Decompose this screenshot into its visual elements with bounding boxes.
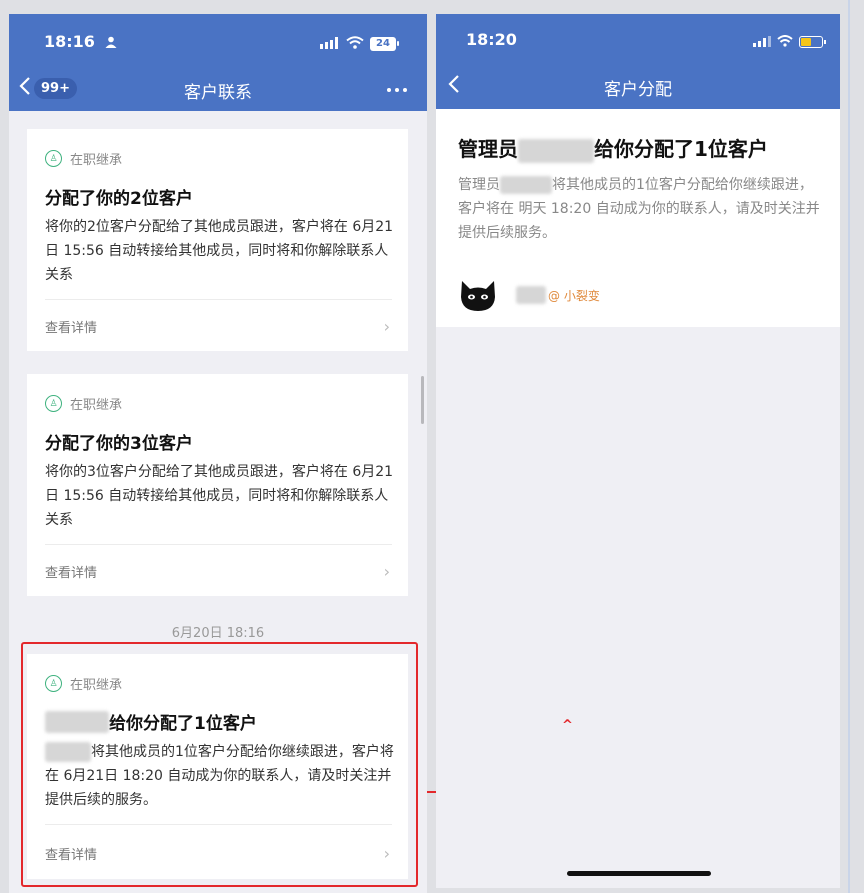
tag-icon: ♙ — [45, 150, 62, 167]
left-status-icons: 24 — [320, 34, 399, 53]
tag-icon: ♙ — [45, 395, 62, 412]
right-header: 18:20 客户分配 — [436, 14, 840, 109]
window-edge — [848, 0, 850, 893]
card-body: 将你的2位客户分配给了其他成员跟进，客户将在 6月21日 15:56 自动转接给… — [45, 219, 394, 283]
redacted-name — [518, 138, 594, 163]
more-button[interactable] — [387, 88, 407, 92]
page-title: 客户联系 — [184, 83, 252, 103]
left-status-time-text: 18:16 — [44, 32, 95, 51]
card-divider — [45, 544, 392, 545]
cat-avatar-icon — [458, 275, 498, 315]
right-status-time-text: 18:20 — [466, 30, 517, 49]
card-tag: ♙ 在职继承 — [45, 149, 122, 168]
message-card: ♙ 在职继承 分配了你的2位客户 将你的2位客户分配给了其他成员跟进，客户将在 … — [27, 129, 408, 351]
battery-icon — [799, 35, 826, 48]
wifi-icon — [777, 32, 793, 51]
heading-prefix: 管理员 — [458, 137, 518, 161]
redacted-name — [500, 176, 552, 194]
more-icon — [387, 88, 391, 92]
view-details-link[interactable]: 查看详情 › — [45, 562, 390, 581]
card-tag: ♙ 在职继承 — [45, 394, 122, 413]
body-prefix: 管理员 — [458, 177, 500, 193]
battery-icon: 24 — [370, 36, 399, 51]
left-status-bar-time: 18:16 — [44, 32, 117, 52]
highlight-box — [21, 642, 418, 887]
card-tag-label: 在职继承 — [70, 153, 123, 168]
assignment-info-panel: 管理员 给你分配了1位客户 管理员 将其他成员的1位客户分配给你继续跟进，客户将在 … — [436, 109, 840, 327]
right-phone-screen: 18:20 客户分配 管理员 给你分配了1位客户 管理员 将其他成员的1位客户分… — [436, 14, 840, 888]
chevron-right-icon: › — [383, 317, 390, 336]
wifi-icon — [346, 34, 364, 53]
card-title: 分配了你的2位客户 — [45, 189, 193, 209]
page-title: 客户分配 — [604, 80, 672, 100]
chevron-right-icon: › — [383, 562, 390, 581]
card-title: 分配了你的3位客户 — [45, 434, 193, 454]
battery-level: 24 — [370, 36, 396, 51]
card-tag-label: 在职继承 — [70, 398, 123, 413]
customer-company: @ 小裂变 — [548, 288, 600, 303]
left-header: 18:16 24 99+ 客户联系 — [9, 14, 427, 111]
view-details-label: 查看详情 — [45, 566, 98, 581]
assignment-heading: 管理员 给你分配了1位客户 — [458, 133, 768, 163]
right-status-icons — [753, 32, 826, 51]
assigned-customer[interactable]: @ 小裂变 — [458, 275, 600, 315]
signal-icon — [753, 32, 771, 51]
card-divider — [45, 299, 392, 300]
customer-name: @ 小裂变 — [516, 286, 600, 304]
view-details-link[interactable]: 查看详情 › — [45, 317, 390, 336]
person-icon — [105, 33, 117, 52]
home-indicator[interactable] — [567, 871, 711, 876]
heading-suffix: 给你分配了1位客户 — [594, 137, 768, 161]
signal-icon — [320, 34, 340, 53]
scrollbar[interactable] — [421, 376, 424, 424]
date-separator: 6月20日 18:16 — [171, 626, 265, 641]
caret-icon: ^ — [562, 718, 573, 733]
card-body: 将你的3位客户分配给了其他成员跟进，客户将在 6月21日 15:56 自动转接给… — [45, 464, 394, 528]
view-details-label: 查看详情 — [45, 321, 98, 336]
message-card: ♙ 在职继承 分配了你的3位客户 将你的3位客户分配给了其他成员跟进，客户将在 … — [27, 374, 408, 596]
redacted-name — [516, 286, 546, 304]
assignment-description: 管理员 将其他成员的1位客户分配给你继续跟进，客户将在 明天 18:20 自动成为… — [458, 173, 824, 245]
